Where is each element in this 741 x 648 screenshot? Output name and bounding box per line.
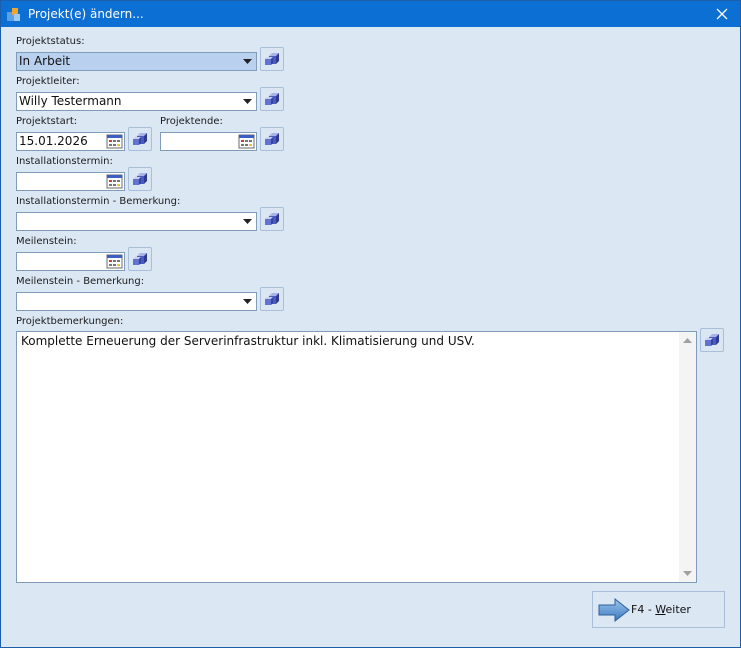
meilenstein-label: Meilenstein: — [16, 236, 77, 247]
copy-cube-icon — [265, 213, 279, 225]
copy-cube-icon — [265, 293, 279, 305]
chevron-down-icon — [243, 219, 252, 224]
next-button[interactable]: F4 - Weiter — [592, 591, 725, 628]
meilenstein-bemerkung-dropdown-button[interactable] — [239, 293, 256, 310]
copy-cube-icon — [705, 334, 719, 346]
copy-cube-icon — [133, 253, 147, 265]
installationstermin-bemerkung-dropdown-button[interactable] — [239, 213, 256, 230]
chevron-down-icon — [243, 99, 252, 104]
installationstermin-action-button[interactable] — [128, 167, 152, 191]
close-icon — [716, 8, 728, 20]
copy-cube-icon — [133, 173, 147, 185]
calendar-icon[interactable] — [238, 134, 255, 149]
calendar-icon[interactable] — [106, 174, 123, 189]
calendar-icon[interactable] — [106, 254, 123, 269]
close-button[interactable] — [704, 1, 740, 27]
projektstatus-dropdown-button[interactable] — [239, 53, 256, 70]
projektstatus-value: In Arbeit — [19, 54, 71, 68]
arrow-right-icon — [598, 598, 630, 622]
projektstatus-label: Projektstatus: — [16, 36, 85, 47]
chevron-down-icon — [243, 59, 252, 64]
copy-cube-icon — [265, 53, 279, 65]
copy-cube-icon — [265, 133, 279, 145]
projektstart-value: 15.01.2026 — [19, 134, 88, 148]
projektbemerkungen-action-button[interactable] — [700, 328, 724, 352]
installationstermin-label: Installationstermin: — [16, 156, 113, 167]
projektbemerkungen-textarea[interactable]: Komplette Erneuerung der Serverinfrastru… — [16, 331, 697, 583]
projektleiter-value: Willy Testermann — [19, 94, 122, 108]
projektleiter-label: Projektleiter: — [16, 76, 80, 87]
installationstermin-bemerkung-label: Installationstermin - Bemerkung: — [16, 196, 181, 207]
meilenstein-bemerkung-action-button[interactable] — [260, 287, 284, 311]
scroll-down-button[interactable] — [679, 565, 696, 582]
scroll-up-button[interactable] — [679, 332, 696, 349]
meilenstein-bemerkung-select[interactable] — [16, 292, 257, 311]
projektbemerkungen-value: Komplette Erneuerung der Serverinfrastru… — [21, 334, 475, 348]
projektstatus-select[interactable]: In Arbeit — [16, 52, 257, 71]
vertical-scrollbar[interactable] — [679, 332, 696, 582]
dialog-window: Projekt(e) ändern... Projektstatus: In A… — [0, 0, 741, 648]
projektleiter-dropdown-button[interactable] — [239, 93, 256, 110]
meilenstein-date-input[interactable] — [16, 252, 125, 271]
title-bar: Projekt(e) ändern... — [1, 1, 740, 27]
projektende-action-button[interactable] — [260, 127, 284, 151]
projektende-label: Projektende: — [160, 116, 223, 127]
projektstatus-action-button[interactable] — [260, 47, 284, 71]
copy-cube-icon — [265, 93, 279, 105]
projektleiter-select[interactable]: Willy Testermann — [16, 92, 257, 111]
projektende-date-input[interactable] — [160, 132, 257, 151]
projektbemerkungen-label: Projektbemerkungen: — [16, 316, 124, 327]
chevron-down-icon — [243, 299, 252, 304]
installationstermin-date-input[interactable] — [16, 172, 125, 191]
projektstart-date-input[interactable]: 15.01.2026 — [16, 132, 125, 151]
projektstart-action-button[interactable] — [128, 127, 152, 151]
meilenstein-bemerkung-label: Meilenstein - Bemerkung: — [16, 276, 145, 287]
next-button-label: F4 - Weiter — [631, 603, 691, 616]
copy-cube-icon — [133, 133, 147, 145]
projektstart-label: Projektstart: — [16, 116, 78, 127]
calendar-icon[interactable] — [106, 134, 123, 149]
installationstermin-bemerkung-action-button[interactable] — [260, 207, 284, 231]
chevron-down-icon — [683, 571, 692, 576]
window-title: Projekt(e) ändern... — [28, 7, 144, 21]
app-icon — [7, 8, 20, 21]
projektleiter-action-button[interactable] — [260, 87, 284, 111]
installationstermin-bemerkung-select[interactable] — [16, 212, 257, 231]
chevron-up-icon — [683, 338, 692, 343]
meilenstein-action-button[interactable] — [128, 247, 152, 271]
